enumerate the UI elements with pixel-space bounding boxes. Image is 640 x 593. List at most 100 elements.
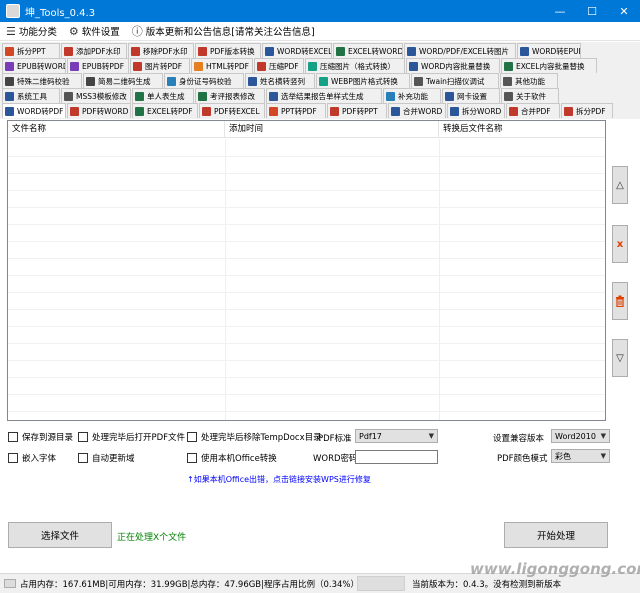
tab-1-4[interactable]: 压缩PDF	[254, 58, 304, 73]
tab-2-2[interactable]: 身份证号码校验	[164, 73, 244, 88]
tab-2-0[interactable]: 特殊二维码校验	[2, 73, 82, 88]
compat-version-select[interactable]: Word2010 ▼	[551, 429, 610, 443]
option-label: 保存到源目录	[22, 433, 74, 443]
grid-row-line	[8, 275, 605, 276]
tab-3-0[interactable]: 系统工具	[2, 88, 60, 103]
option-label: 嵌入字体	[22, 454, 57, 464]
tab-3-7[interactable]: 关于软件	[501, 88, 559, 103]
tab-1-5[interactable]: 压缩图片（格式转换）	[305, 58, 405, 73]
tab-4-0[interactable]: WORD转PDF	[2, 103, 66, 118]
option-label: 处理完毕后打开PDF文件	[92, 433, 186, 443]
tab-3-4[interactable]: 选举结果报告单样式生成	[266, 88, 382, 103]
tab-row: 拆分PPT 添加PDF水印 移除PDF水印 PDF版本转换 WORD转EXCEL EXCE…	[2, 43, 582, 58]
clear-list-button[interactable]	[612, 282, 628, 320]
tab-1-0[interactable]: EPUB转WORD	[2, 58, 66, 73]
tab-1-1[interactable]: EPUB转PDF	[67, 58, 129, 73]
tab-3-1[interactable]: MSS3模板修改	[61, 88, 131, 103]
minimize-button[interactable]: —	[544, 0, 576, 22]
pdf-color-mode-select[interactable]: 彩色 ▼	[551, 449, 610, 463]
checkbox-box[interactable]	[78, 432, 88, 442]
file-list-grid[interactable]: 文件名称 添加时间 转换后文件名称	[7, 120, 606, 421]
tab-3-5[interactable]: 补充功能	[383, 88, 441, 103]
embed-fonts-checkbox[interactable]: 嵌入字体	[8, 452, 56, 464]
tab-4-5[interactable]: PDF转PPT	[327, 103, 387, 118]
maximize-button[interactable]: ☐	[576, 0, 608, 22]
tab-0-6[interactable]: WORD/PDF/EXCEL转图片	[404, 43, 516, 58]
tab-1-2[interactable]: 图片转PDF	[130, 58, 190, 73]
gear-icon: ⚙	[68, 24, 79, 38]
tab-1-6[interactable]: WORD内容批量替换	[406, 58, 500, 73]
tab-2-6[interactable]: 其他功能	[500, 73, 558, 88]
menu-function-category[interactable]: ☰ 功能分类	[6, 24, 57, 39]
checkbox-box[interactable]	[187, 453, 197, 463]
document-icon	[64, 91, 73, 101]
column-converted-name[interactable]: 转换后文件名称	[439, 121, 605, 138]
grid-row-line	[8, 326, 605, 327]
tab-2-4[interactable]: WEBP图片格式转换	[316, 73, 410, 88]
tab-0-5[interactable]: EXCEL转WORD	[333, 43, 403, 58]
select-file-button[interactable]: 选择文件	[8, 522, 112, 548]
start-processing-button[interactable]: 开始处理	[504, 522, 608, 548]
document-icon	[86, 76, 95, 86]
document-icon	[336, 46, 345, 56]
select-value: Pdf17	[359, 431, 382, 441]
tab-4-9[interactable]: 拆分PDF	[561, 103, 613, 118]
document-icon	[248, 76, 257, 86]
column-added-time[interactable]: 添加时间	[225, 121, 439, 138]
close-button[interactable]: ✕	[608, 0, 640, 22]
chevron-down-icon: ▼	[600, 452, 606, 460]
document-icon	[5, 106, 14, 116]
word-password-input[interactable]	[355, 450, 438, 464]
tab-3-6[interactable]: 网卡设置	[442, 88, 500, 103]
auto-update-fields-checkbox[interactable]: 自动更新域	[78, 452, 135, 464]
grid-row-line	[8, 258, 605, 259]
move-up-button[interactable]: △	[612, 166, 628, 204]
tab-label: WEBP图片格式转换	[331, 76, 398, 86]
pdf-standard-select[interactable]: Pdf17 ▼	[355, 429, 438, 443]
tab-0-1[interactable]: 添加PDF水印	[61, 43, 127, 58]
tab-4-3[interactable]: PDF转EXCEL	[199, 103, 265, 118]
remove-temp-checkbox[interactable]: 处理完毕后移除TempDocx目录	[187, 431, 322, 443]
column-file-name[interactable]: 文件名称	[8, 121, 225, 138]
tab-0-3[interactable]: PDF版本转换	[195, 43, 261, 58]
tab-4-7[interactable]: 拆分WORD	[447, 103, 505, 118]
checkbox-box[interactable]	[8, 453, 18, 463]
tab-4-6[interactable]: 合并WORD	[388, 103, 446, 118]
tab-0-4[interactable]: WORD转EXCEL	[262, 43, 332, 58]
tab-4-1[interactable]: PDF转WORD	[67, 103, 131, 118]
tab-label: WORD/PDF/EXCEL转图片	[419, 46, 509, 56]
tab-label: 特殊二维码校验	[17, 76, 70, 86]
tab-label: PDF版本转换	[210, 46, 255, 56]
checkbox-box[interactable]	[78, 453, 88, 463]
tab-1-7[interactable]: EXCEL内容批量替换	[501, 58, 597, 73]
tab-4-4[interactable]: PPT转PDF	[266, 103, 326, 118]
remove-item-button[interactable]: x	[612, 225, 628, 263]
use-local-office-checkbox[interactable]: 使用本机Office转换	[187, 452, 277, 464]
tab-4-8[interactable]: 合并PDF	[506, 103, 560, 118]
tab-2-1[interactable]: 简易二维码生成	[83, 73, 163, 88]
document-icon	[504, 91, 513, 101]
status-progress-box	[357, 576, 405, 591]
menu-software-settings[interactable]: ⚙ 软件设置	[68, 24, 120, 39]
grid-row-line	[8, 411, 605, 412]
document-icon	[70, 61, 79, 71]
tab-0-2[interactable]: 移除PDF水印	[128, 43, 194, 58]
save-to-source-checkbox[interactable]: 保存到源目录	[8, 431, 73, 443]
tab-3-3[interactable]: 考评报表修改	[195, 88, 265, 103]
move-down-button[interactable]: ▽	[612, 339, 628, 377]
tab-1-3[interactable]: HTML转PDF	[191, 58, 253, 73]
checkbox-box[interactable]	[187, 432, 197, 442]
tab-2-3[interactable]: 姓名横转竖列	[245, 73, 315, 88]
tab-3-2[interactable]: 单人表生成	[132, 88, 194, 103]
tab-4-2[interactable]: EXCEL转PDF	[132, 103, 198, 118]
menu-version-announcements[interactable]: ⓘ 版本更新和公告信息[请常关注公告信息]	[132, 23, 315, 39]
tab-label: EPUB转PDF	[82, 61, 125, 71]
open-after-checkbox[interactable]: 处理完毕后打开PDF文件	[78, 431, 185, 443]
tab-0-0[interactable]: 拆分PPT	[2, 43, 60, 58]
tab-2-5[interactable]: Twain扫描仪调试	[411, 73, 499, 88]
checkbox-box[interactable]	[8, 432, 18, 442]
install-wps-link[interactable]: ↑如果本机Office出错，点击链接安装WPS进行修复	[187, 474, 371, 485]
tab-0-7[interactable]: WORD转EPUB	[517, 43, 581, 58]
grid-row-line	[8, 394, 605, 395]
document-icon	[5, 76, 14, 86]
